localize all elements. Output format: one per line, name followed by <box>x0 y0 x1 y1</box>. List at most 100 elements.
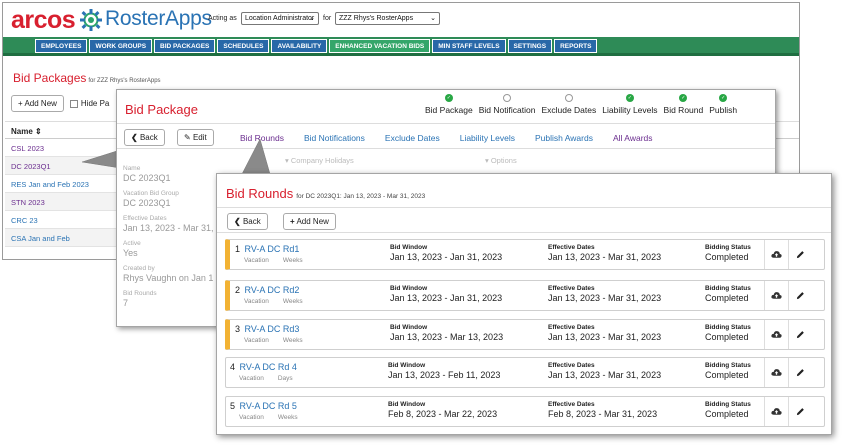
plus-icon: + <box>290 217 295 226</box>
page-subtitle: for ZZZ Rhys's RosterApps <box>88 78 161 84</box>
pencil-icon[interactable] <box>788 397 812 426</box>
bid-package-title: Bid Package <box>125 102 198 117</box>
pencil-icon[interactable] <box>788 320 812 349</box>
round-name-link[interactable]: RV-A DC Rd3 <box>245 324 300 334</box>
step-bid-package[interactable]: ✓ Bid Package <box>422 94 476 115</box>
effective-dates: Effective Dates Jan 13, 2023 - Mar 31, 20… <box>548 285 662 303</box>
nav-min-staff-levels[interactable]: MIN STAFF LEVELS <box>432 39 506 53</box>
for-label: for <box>323 15 332 22</box>
nav-employees[interactable]: EMPLOYEES <box>35 39 88 53</box>
bid-window: Bid Window Feb 8, 2023 - Mar 22, 2023 <box>388 401 498 419</box>
pencil-icon[interactable] <box>788 358 812 387</box>
round-unit: Days <box>277 375 293 382</box>
bid-window: Bid Window Jan 13, 2023 - Mar 13, 2023 <box>390 324 504 342</box>
bid-package-toolbar: ❮ Back ✎ Edit Bid Rounds Bid Notificatio… <box>117 123 775 149</box>
nav-enhanced-vacation-bids[interactable]: ENHANCED VACATION BIDS <box>329 39 431 53</box>
bid-rounds-toolbar: ❮ Back + Add New <box>217 207 831 233</box>
cloud-upload-icon[interactable] <box>764 397 788 426</box>
nav-work-groups[interactable]: WORK GROUPS <box>89 39 153 53</box>
back-chevron-icon: ❮ <box>131 133 138 142</box>
nav-reports[interactable]: REPORTS <box>554 39 598 53</box>
bid-window: Bid Window Jan 13, 2023 - Jan 31, 2023 <box>390 244 503 262</box>
pencil-icon[interactable] <box>788 281 812 310</box>
effective-dates: Effective Dates Jan 13, 2023 - Mar 31, 20… <box>548 362 662 380</box>
link-liability-levels[interactable]: Liability Levels <box>460 133 515 143</box>
check-icon: ✓ <box>625 94 634 102</box>
link-publish-awards[interactable]: Publish Awards <box>535 133 593 143</box>
pencil-icon: ✎ <box>184 133 191 142</box>
link-all-awards[interactable]: All Awards <box>613 133 653 143</box>
organization-select[interactable]: ZZZ Rhys's RosterApps ⌄ <box>335 12 440 25</box>
round-name-link[interactable]: RV-A DC Rd 4 <box>240 362 297 372</box>
effective-dates: Effective Dates Jan 13, 2023 - Mar 31, 20… <box>548 324 662 342</box>
cloud-upload-icon[interactable] <box>764 320 788 349</box>
empty-step-icon <box>564 94 573 102</box>
bid-window: Bid Window Jan 13, 2023 - Feb 11, 2023 <box>388 362 501 380</box>
round-number: 3 <box>235 324 241 334</box>
effective-dates: Effective Dates Jan 13, 2023 - Mar 31, 20… <box>548 244 662 262</box>
cloud-upload-icon[interactable] <box>764 281 788 310</box>
check-icon: ✓ <box>679 94 688 102</box>
bid-window: Bid Window Jan 13, 2023 - Jan 31, 2023 <box>390 285 503 303</box>
link-bid-notifications[interactable]: Bid Notifications <box>304 133 365 143</box>
acting-as-label: Acting as <box>208 15 237 22</box>
bid-round-card: 1 RV-A DC Rd1 Vacation Weeks Bid Window Ja… <box>225 239 825 270</box>
nav-settings[interactable]: SETTINGS <box>507 39 553 53</box>
options-toggle[interactable]: ▾ Options <box>485 156 517 165</box>
round-unit: Weeks <box>282 257 303 264</box>
back-button[interactable]: ❮ Back <box>227 213 268 230</box>
round-unit: Weeks <box>277 414 298 421</box>
check-icon: ✓ <box>444 94 453 102</box>
back-button[interactable]: ❮ Back <box>124 129 165 146</box>
round-number: 1 <box>235 244 241 254</box>
check-icon: ✓ <box>719 94 728 102</box>
round-number: 5 <box>230 401 236 411</box>
bidding-status: Bidding Status Completed <box>705 401 751 419</box>
round-unit: Weeks <box>282 337 303 344</box>
step-bid-round[interactable]: ✓ Bid Round <box>661 94 707 115</box>
role-select[interactable]: Location Administrator ⌄ <box>241 12 319 25</box>
round-type: Vacation <box>239 414 264 421</box>
cloud-upload-icon[interactable] <box>764 358 788 387</box>
round-name-link[interactable]: RV-A DC Rd 5 <box>240 401 297 411</box>
effective-dates: Effective Dates Feb 8, 2023 - Mar 31, 202… <box>548 401 658 419</box>
edit-button[interactable]: ✎ Edit <box>177 129 214 146</box>
step-publish[interactable]: ✓ Publish <box>706 94 740 115</box>
bid-package-links: Bid Rounds Bid Notifications Exclude Dat… <box>240 133 653 143</box>
bidding-status: Bidding Status Completed <box>705 324 751 342</box>
step-liability-levels[interactable]: ✓ Liability Levels <box>599 94 660 115</box>
round-name-link[interactable]: RV-A DC Rd1 <box>245 244 300 254</box>
round-unit: Weeks <box>282 298 303 305</box>
add-round-button[interactable]: + Add New <box>283 213 336 230</box>
nav-bid-packages[interactable]: BID PACKAGES <box>154 39 216 53</box>
hide-checkbox[interactable]: Hide Pa <box>69 99 109 108</box>
empty-step-icon <box>503 94 512 102</box>
back-chevron-icon: ❮ <box>234 217 241 226</box>
step-exclude-dates[interactable]: Exclude Dates <box>538 94 599 115</box>
bid-round-card: 3 RV-A DC Rd3 Vacation Weeks Bid Window Ja… <box>225 319 825 350</box>
round-number: 4 <box>230 362 236 372</box>
cloud-upload-icon[interactable] <box>764 240 788 269</box>
bidding-status: Bidding Status Completed <box>705 285 751 303</box>
page-title: Bid Packages for ZZZ Rhys's RosterApps <box>13 71 161 85</box>
bid-round-card: 5 RV-A DC Rd 5 Vacation Weeks Bid Window F… <box>225 396 825 427</box>
step-bid-notification[interactable]: Bid Notification <box>476 94 539 115</box>
round-name-link[interactable]: RV-A DC Rd2 <box>245 285 300 295</box>
caret-down-icon: ⌄ <box>309 15 315 22</box>
main-nav: EMPLOYEES WORK GROUPS BID PACKAGES SCHED… <box>3 37 799 56</box>
round-type: Vacation <box>244 257 269 264</box>
round-type: Vacation <box>244 298 269 305</box>
progress-steps: ✓ Bid Package Bid Notification Exclude Da… <box>422 94 740 115</box>
gear-logo-icon <box>80 9 102 31</box>
nav-schedules[interactable]: SCHEDULES <box>217 39 270 53</box>
link-exclude-dates[interactable]: Exclude Dates <box>385 133 440 143</box>
nav-availability[interactable]: AVAILABILITY <box>271 39 328 53</box>
round-type: Vacation <box>244 337 269 344</box>
add-package-button[interactable]: + Add New <box>11 95 64 112</box>
company-holidays-toggle[interactable]: ▾ Company Holidays <box>285 156 354 165</box>
bid-round-card: 2 RV-A DC Rd2 Vacation Weeks Bid Window Ja… <box>225 280 825 311</box>
checkbox-box[interactable] <box>69 99 78 108</box>
callout-pointer <box>241 138 271 175</box>
pencil-icon[interactable] <box>788 240 812 269</box>
bid-rounds-subtitle: for DC 2023Q1: Jan 13, 2023 - Mar 31, 20… <box>296 193 426 200</box>
